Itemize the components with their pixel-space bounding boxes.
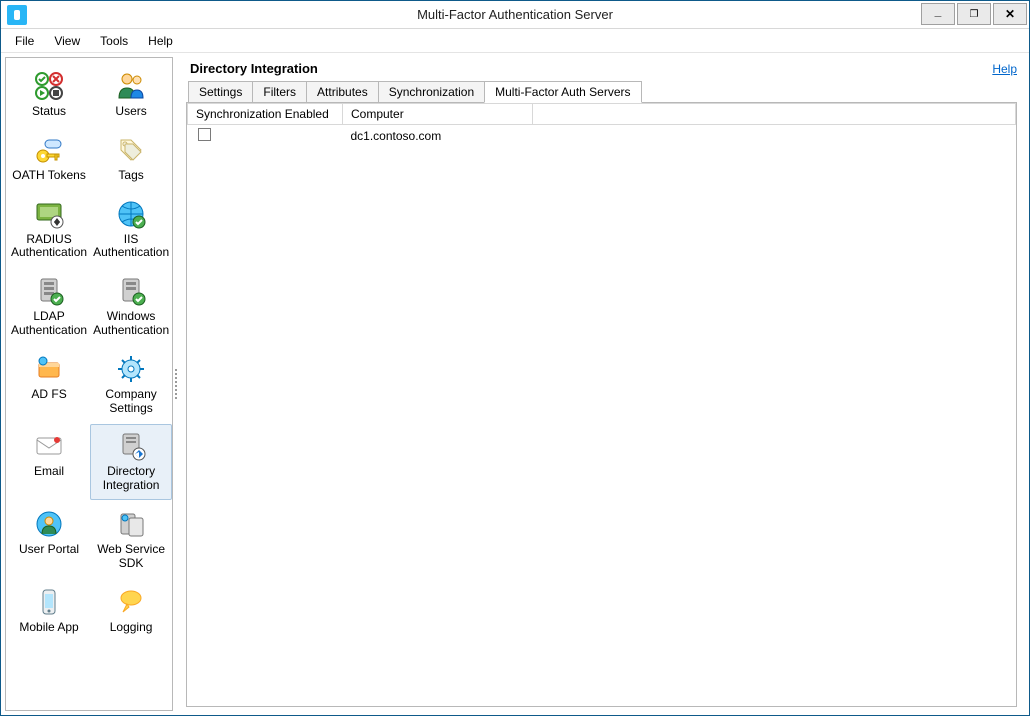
windows-auth-icon [114,274,148,308]
tab-synchronization[interactable]: Synchronization [378,81,485,103]
nav-label: Status [32,105,66,119]
sdk-icon [114,507,148,541]
window-controls: _ ❐ ✕ [921,1,1029,28]
page-title: Directory Integration [190,61,318,76]
email-icon [32,429,66,463]
nav-label: Mobile App [19,621,78,635]
nav-label: Web Service SDK [93,543,169,571]
nav-ldap-auth[interactable]: LDAP Authentication [8,269,90,345]
nav-mobile-app[interactable]: Mobile App [8,580,90,642]
user-portal-icon [32,507,66,541]
window-title: Multi-Factor Authentication Server [1,7,1029,22]
iis-icon [114,197,148,231]
close-button[interactable]: ✕ [993,3,1027,25]
servers-table: Synchronization Enabled Computer dc1.con… [187,103,1016,147]
nav-oath-tokens[interactable]: OATH Tokens [8,128,90,190]
maximize-button[interactable]: ❐ [957,3,991,25]
nav-label: Tags [118,169,143,183]
nav-label: RADIUS Authentication [11,233,87,261]
menu-help[interactable]: Help [138,31,183,51]
nav-windows-auth[interactable]: Windows Authentication [90,269,172,345]
nav-label: IIS Authentication [93,233,169,261]
help-link[interactable]: Help [992,62,1017,76]
nav-logging[interactable]: Logging [90,580,172,642]
tab-panel: Synchronization Enabled Computer dc1.con… [186,102,1017,707]
sidebar: Status Users OATH Tokens [5,57,173,711]
col-spacer [533,104,1016,125]
mobile-icon [32,585,66,619]
nav-label: Windows Authentication [93,310,169,338]
sync-enabled-checkbox[interactable] [198,128,211,141]
table-row[interactable]: dc1.contoso.com [188,125,1016,148]
titlebar[interactable]: Multi-Factor Authentication Server _ ❐ ✕ [1,1,1029,29]
nav-radius-auth[interactable]: RADIUS Authentication [8,192,90,268]
nav-label: AD FS [31,388,66,402]
key-icon [32,133,66,167]
tab-filters[interactable]: Filters [252,81,307,103]
ldap-icon [32,274,66,308]
body-area: Status Users OATH Tokens [1,53,1029,715]
menu-view[interactable]: View [44,31,90,51]
tab-attributes[interactable]: Attributes [306,81,379,103]
nav-tags[interactable]: Tags [90,128,172,190]
radius-icon [32,197,66,231]
nav-label: Company Settings [93,388,169,416]
minimize-button[interactable]: _ [921,3,955,25]
col-computer[interactable]: Computer [343,104,533,125]
tab-settings[interactable]: Settings [188,81,253,103]
nav-users[interactable]: Users [90,64,172,126]
nav-directory-integration[interactable]: Directory Integration [90,424,172,500]
tabstrip: Settings Filters Attributes Synchronizat… [188,80,1017,102]
nav-company-settings[interactable]: Company Settings [90,347,172,423]
gear-icon [114,352,148,386]
main-content: Directory Integration Help Settings Filt… [178,53,1029,715]
app-window: Multi-Factor Authentication Server _ ❐ ✕… [0,0,1030,716]
nav-iis-auth[interactable]: IIS Authentication [90,192,172,268]
cell-computer: dc1.contoso.com [343,125,533,148]
nav-label: Email [34,465,64,479]
nav-label: Users [115,105,146,119]
tags-icon [114,133,148,167]
nav-user-portal[interactable]: User Portal [8,502,90,578]
directory-icon [114,429,148,463]
nav-label: LDAP Authentication [11,310,87,338]
nav-label: Logging [110,621,153,635]
menu-tools[interactable]: Tools [90,31,138,51]
nav-web-service-sdk[interactable]: Web Service SDK [90,502,172,578]
menubar: File View Tools Help [1,29,1029,53]
nav-adfs[interactable]: AD FS [8,347,90,423]
col-sync-enabled[interactable]: Synchronization Enabled [188,104,343,125]
app-icon [7,5,27,25]
users-icon [114,69,148,103]
adfs-icon [32,352,66,386]
menu-file[interactable]: File [5,31,44,51]
nav-label: OATH Tokens [12,169,86,183]
tab-mfa-servers[interactable]: Multi-Factor Auth Servers [484,81,641,103]
nav-label: User Portal [19,543,79,557]
nav-email[interactable]: Email [8,424,90,500]
nav-label: Directory Integration [93,465,169,493]
nav-status[interactable]: Status [8,64,90,126]
logging-icon [114,585,148,619]
status-icon [32,69,66,103]
